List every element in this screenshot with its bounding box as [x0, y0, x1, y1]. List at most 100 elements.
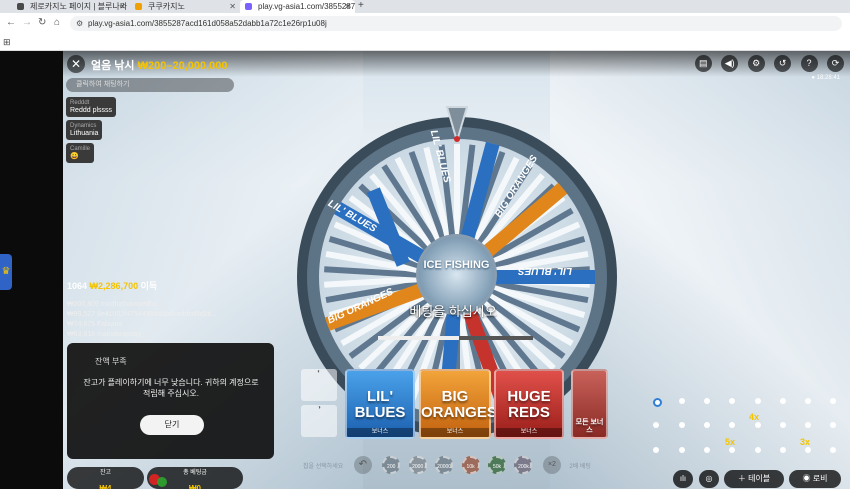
winner-row: ₩63,816 mainebrapday — [67, 331, 142, 338]
bet-spot-lil-blues[interactable]: LIL' BLUES 보너스 — [345, 369, 415, 439]
home-icon[interactable]: ⌂ — [54, 16, 60, 30]
tab-close-icon[interactable]: ✕ — [229, 0, 236, 13]
history-dot — [805, 447, 811, 453]
lobby-icon: ◉ — [802, 474, 813, 483]
reload-icon[interactable]: ↻ — [38, 16, 46, 30]
number-spot-icon: ◐ — [317, 369, 321, 375]
winners-panel: 1064 ₩2,286,700 이득 ₩200,809 madhathamsed… — [67, 279, 277, 340]
bet-spot-label: BIG ORANGES — [421, 388, 497, 421]
new-tab-plus-icon[interactable]: + — [358, 0, 364, 12]
history-dot — [755, 422, 761, 428]
double-bet-label: 2배 베팅 — [569, 463, 591, 470]
forward-arrow-icon[interactable]: → — [22, 16, 32, 30]
chip-50k[interactable]: 50k — [488, 456, 507, 474]
bet-spot-big-oranges[interactable]: BIG ORANGES 보너스 — [419, 369, 497, 439]
add-table-button[interactable]: ＋ 테이블 — [724, 470, 784, 488]
multiplier-badge: 3x — [800, 437, 811, 447]
history-dot — [755, 447, 761, 453]
number-bet-spot[interactable]: ◑ — [301, 405, 337, 437]
browser-tab-zero[interactable]: 제로카지노 페이지 | 블루나라 ✕ — [12, 0, 130, 13]
bet-timer — [378, 336, 533, 340]
winner-row: ₩74,675 Fabiano — [67, 321, 123, 328]
chip-10k[interactable]: 10k — [461, 456, 480, 474]
bet-spot-sub: 보너스 — [421, 428, 489, 437]
wheel-pointer-tip — [454, 136, 460, 142]
game-title: 얼음 낚시 ₩200–20,000,000 — [91, 57, 228, 73]
winners-count: 1064 — [67, 281, 88, 291]
insufficient-balance-dialog: 잔액 부족 잔고가 플레이하기에 너무 낮습니다. 귀하의 계정으로 적립해 주… — [67, 343, 274, 459]
site-info-icon[interactable]: ⚙ — [76, 16, 83, 31]
winner-row: ₩99,527 8e41002f47544384abb6baddcd3d2b..… — [67, 311, 218, 318]
history-dot — [679, 447, 685, 453]
bet-spot-sub: 보너스 — [496, 428, 562, 437]
browser-tab-bar: 제로카지노 페이지 | 블루나라 ✕ 쿠쿠카지노 ✕ play.vg-asia1… — [0, 0, 850, 13]
history-dot — [805, 422, 811, 428]
bet-timer-fill — [378, 336, 459, 340]
chip-selector: 칩을 선택하세요 ↶ 200 2000 20000 10k 50k 200k ×… — [303, 456, 597, 476]
history-icon[interactable]: ↺ — [774, 55, 792, 72]
bet-spot-huge-reds[interactable]: HUGE REDS 보너스 — [494, 369, 564, 439]
bet-spot-sub: 보너스 — [347, 428, 413, 437]
history-dot — [755, 398, 761, 404]
history-dot — [830, 422, 836, 428]
bet-limits[interactable]: ₩200–20,000,000 — [138, 60, 228, 72]
lobby-button[interactable]: ◉ 로비 — [789, 470, 841, 488]
browser-tab-play[interactable]: play.vg-asia1.com/3855287 ✕ — [240, 0, 355, 13]
game-name: 얼음 낚시 — [91, 60, 135, 72]
tab-favicon-icon — [17, 3, 24, 10]
tab-close-icon[interactable]: ✕ — [344, 0, 351, 13]
wheel-segment — [454, 144, 460, 239]
game-toolbar: ▤ ◀) ⚙ ↺ ? ⟳ — [690, 55, 844, 73]
bet-spot-label: 모든 보너스 — [575, 419, 604, 434]
volume-icon[interactable]: ◀) — [721, 55, 739, 72]
double-bet-button[interactable]: ×2 — [542, 456, 561, 474]
chat-message: Redddt Reddd plssss — [66, 97, 117, 117]
wheel-center-logo: ICE FISHING — [423, 259, 490, 271]
lobby-label: 로비 — [812, 474, 828, 483]
history-dot — [729, 422, 735, 428]
dialog-close-button[interactable]: 닫기 — [140, 415, 204, 435]
apps-grid-icon[interactable]: ⊞ — [3, 37, 11, 48]
balance-label: 잔고 — [99, 470, 112, 476]
undo-icon[interactable]: ↶ — [353, 456, 372, 474]
dialog-title: 잔액 부족 — [95, 357, 127, 366]
chip-200k[interactable]: 200k — [514, 456, 533, 474]
statistics-button[interactable]: ılı — [673, 470, 693, 488]
history-dot — [704, 398, 710, 404]
number-bet-spot[interactable]: ◐ — [301, 369, 337, 401]
chat-text: Lithuania — [70, 130, 99, 137]
history-dot — [653, 422, 659, 428]
bet-spot-all-bonuses[interactable]: 모든 보너스 — [571, 369, 608, 439]
chip-2000[interactable]: 2000 — [408, 456, 427, 474]
help-icon[interactable]: ? — [800, 55, 818, 72]
table-label: 테이블 — [748, 474, 771, 483]
game-area: ✕ 얼음 낚시 ₩200–20,000,000 클릭하여 채팅하기 Redddt… — [63, 51, 850, 489]
history-dot — [780, 398, 786, 404]
chat-input[interactable]: 클릭하여 채팅하기 — [66, 78, 234, 92]
dialog-message: 잔고가 플레이하기에 너무 낮습니다. 귀하의 계정으로 적립해 주십시오. — [83, 378, 259, 398]
green-chip-icon — [157, 477, 167, 487]
winners-total: ₩2,286,700 — [89, 281, 139, 291]
chat-user: Dynamics — [70, 123, 97, 129]
chat-user: Redddt — [70, 100, 90, 106]
close-game-button[interactable]: ✕ — [67, 55, 85, 73]
bet-spot-label: LIL' BLUES — [354, 388, 406, 421]
chat-icon[interactable]: ▤ — [694, 55, 712, 72]
refresh-icon[interactable]: ⟳ — [827, 55, 844, 72]
history-dot — [704, 422, 710, 428]
clock: ● 18:28:41 — [811, 75, 840, 81]
tab-close-icon[interactable]: ✕ — [119, 0, 126, 13]
browser-tab-kuku[interactable]: 쿠쿠카지노 ✕ — [130, 0, 240, 13]
settings-icon[interactable]: ⚙ — [747, 55, 765, 72]
chip-20000[interactable]: 20000 — [435, 456, 454, 474]
chat-message: Dynamics Lithuania — [66, 120, 103, 140]
url-field[interactable]: ⚙ play.vg-asia1.com/3855287acd161d058a52… — [70, 16, 842, 31]
side-trophy-tab[interactable]: ♛ — [0, 254, 12, 290]
balance-value: ₩4 — [99, 484, 112, 489]
bet-prompt: 베팅을 하십시오 — [409, 304, 497, 319]
chat-text: 😀 — [70, 153, 79, 160]
chip-200[interactable]: 200 — [382, 456, 401, 474]
history-dot — [729, 447, 735, 453]
video-toggle-button[interactable]: ◎ — [699, 470, 719, 488]
back-arrow-icon[interactable]: ← — [6, 16, 16, 30]
